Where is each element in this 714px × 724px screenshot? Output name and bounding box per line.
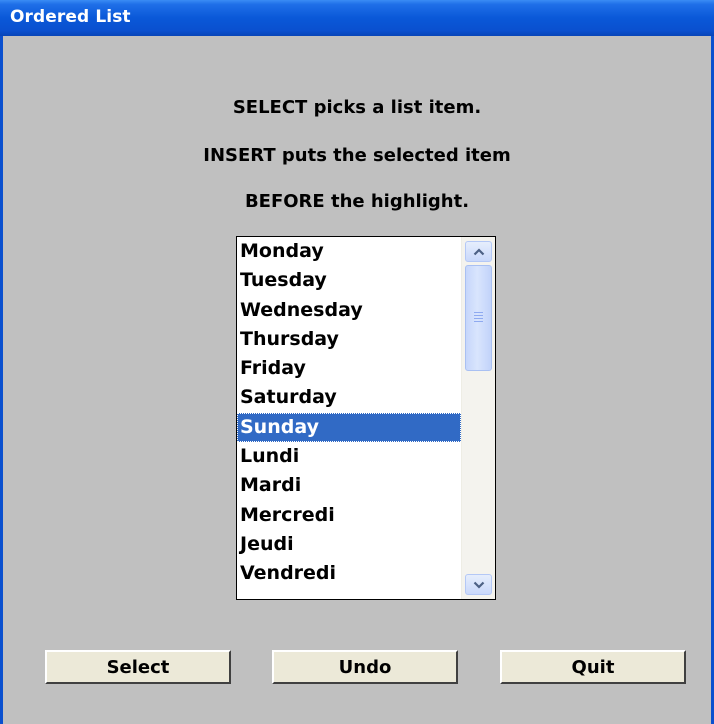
list-items: Monday Tuesday Wednesday Thursday Friday Satu…	[237, 237, 461, 599]
list-item[interactable]: Mardi	[237, 471, 461, 500]
list-item[interactable]: Jeudi	[237, 530, 461, 559]
thumb-grip-line	[474, 312, 483, 313]
instruction-line-2: INSERT puts the selected item	[203, 145, 511, 166]
list-item[interactable]: Thursday	[237, 325, 461, 354]
list-item-selected[interactable]: Sunday	[237, 412, 461, 443]
list-item[interactable]: Friday	[237, 354, 461, 383]
ordered-list-window: Ordered List SELECT picks a list item. I…	[0, 0, 714, 724]
undo-button[interactable]: Undo	[272, 650, 458, 684]
thumb-grip-line	[474, 318, 483, 319]
list-scrollbar[interactable]	[461, 237, 495, 599]
list-item[interactable]: Mercredi	[237, 501, 461, 530]
scroll-thumb[interactable]	[465, 265, 492, 371]
window-frame-left	[0, 36, 3, 724]
list-item[interactable]: Saturday	[237, 383, 461, 412]
scroll-down-button[interactable]	[465, 574, 492, 595]
list-item[interactable]: Wednesday	[237, 296, 461, 325]
instruction-line-3: BEFORE the highlight.	[244, 191, 470, 212]
list-item[interactable]: Lundi	[237, 442, 461, 471]
list-item[interactable]: Monday	[237, 237, 461, 266]
quit-button[interactable]: Quit	[500, 650, 686, 684]
list-item[interactable]: Vendredi	[237, 559, 461, 588]
list-item[interactable]: Tuesday	[237, 266, 461, 295]
thumb-grip-line	[474, 321, 483, 322]
select-button[interactable]: Select	[45, 650, 231, 684]
thumb-grip-line	[474, 315, 483, 316]
chevron-down-icon	[473, 581, 484, 589]
day-listbox[interactable]: Monday Tuesday Wednesday Thursday Friday Satu…	[236, 236, 496, 600]
scroll-up-button[interactable]	[465, 241, 492, 262]
title-bar[interactable]: Ordered List	[0, 0, 714, 36]
instruction-line-1: SELECT picks a list item.	[232, 97, 482, 118]
chevron-up-icon	[473, 247, 484, 255]
window-title: Ordered List	[10, 7, 131, 27]
